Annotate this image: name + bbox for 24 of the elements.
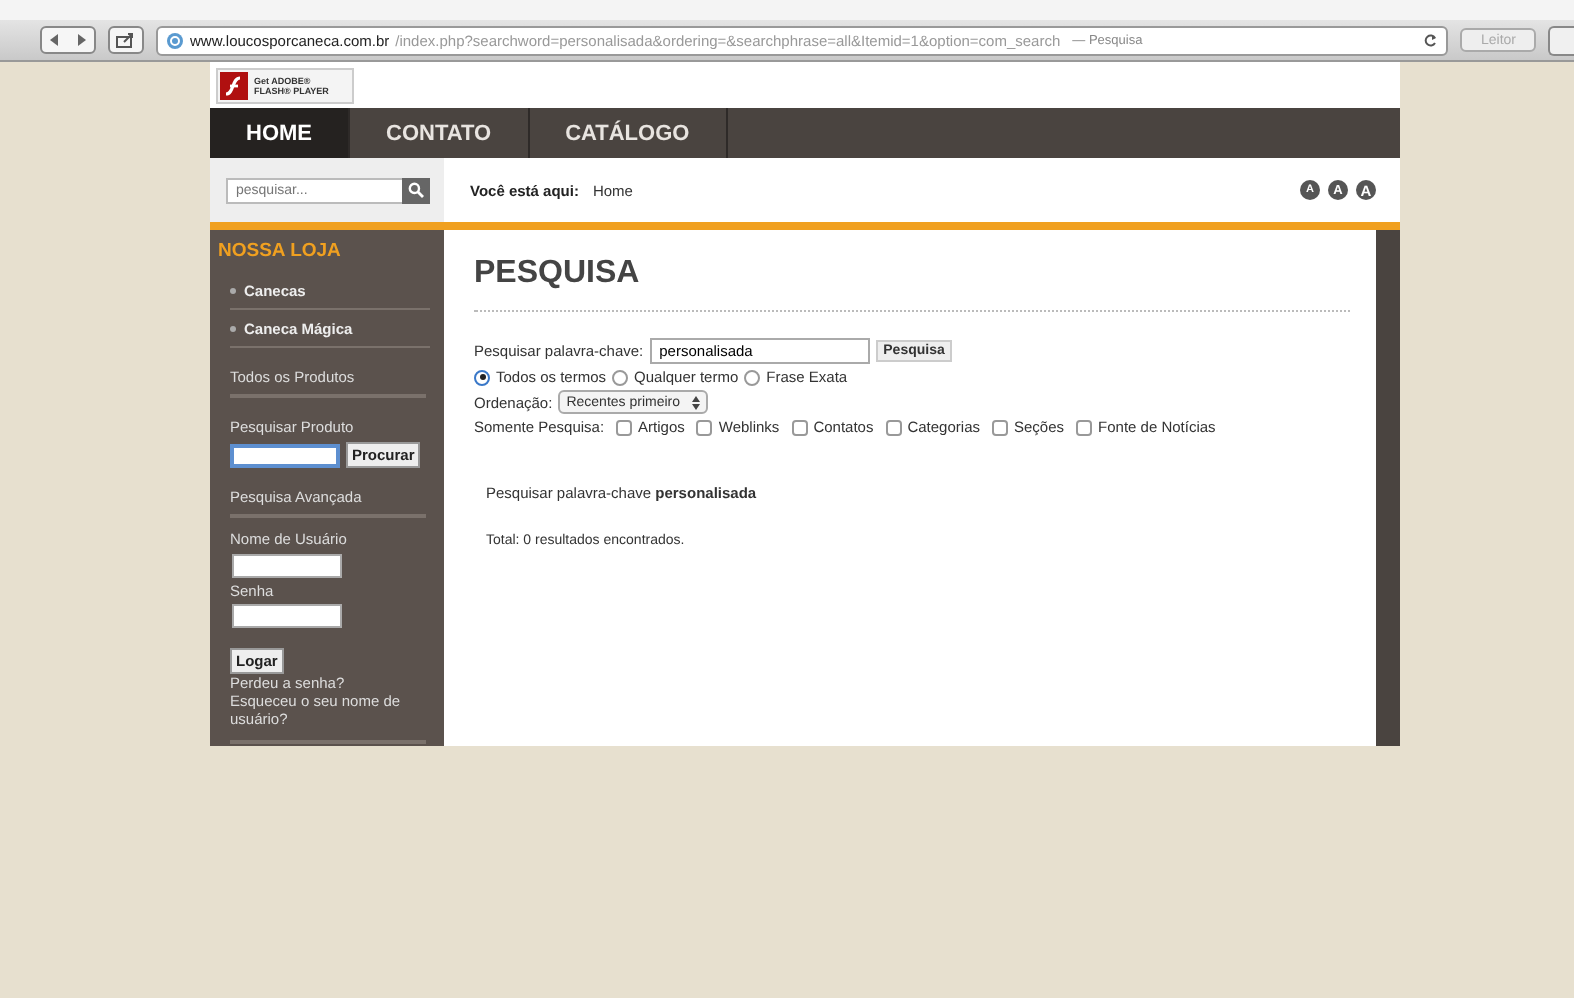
radio-button[interactable] — [612, 369, 629, 385]
radio-button[interactable] — [474, 369, 490, 385]
bullet-icon — [230, 288, 236, 294]
search-button[interactable] — [402, 177, 430, 203]
password-field[interactable] — [232, 604, 342, 628]
globe-icon — [166, 31, 184, 49]
checkbox[interactable] — [616, 419, 633, 435]
stepper-icon — [692, 395, 701, 409]
sidebar-heading: NOSSA LOJA — [218, 240, 343, 262]
checkbox[interactable] — [992, 419, 1008, 435]
radio-button[interactable] — [744, 369, 761, 385]
bullet-icon — [230, 326, 236, 332]
nav-tab[interactable]: HOME — [210, 108, 350, 158]
reload-icon[interactable] — [1424, 32, 1439, 48]
product-search-field[interactable] — [230, 443, 340, 467]
page-heading: PESQUISA — [474, 256, 1350, 312]
username-field[interactable] — [232, 554, 342, 578]
toolbar-button[interactable] — [1548, 25, 1574, 55]
checkbox[interactable] — [696, 419, 713, 435]
share-button[interactable] — [108, 26, 144, 54]
checkbox[interactable] — [885, 419, 902, 435]
share-icon — [116, 32, 136, 48]
checkbox[interactable] — [1076, 419, 1093, 435]
checkbox[interactable] — [791, 419, 808, 435]
